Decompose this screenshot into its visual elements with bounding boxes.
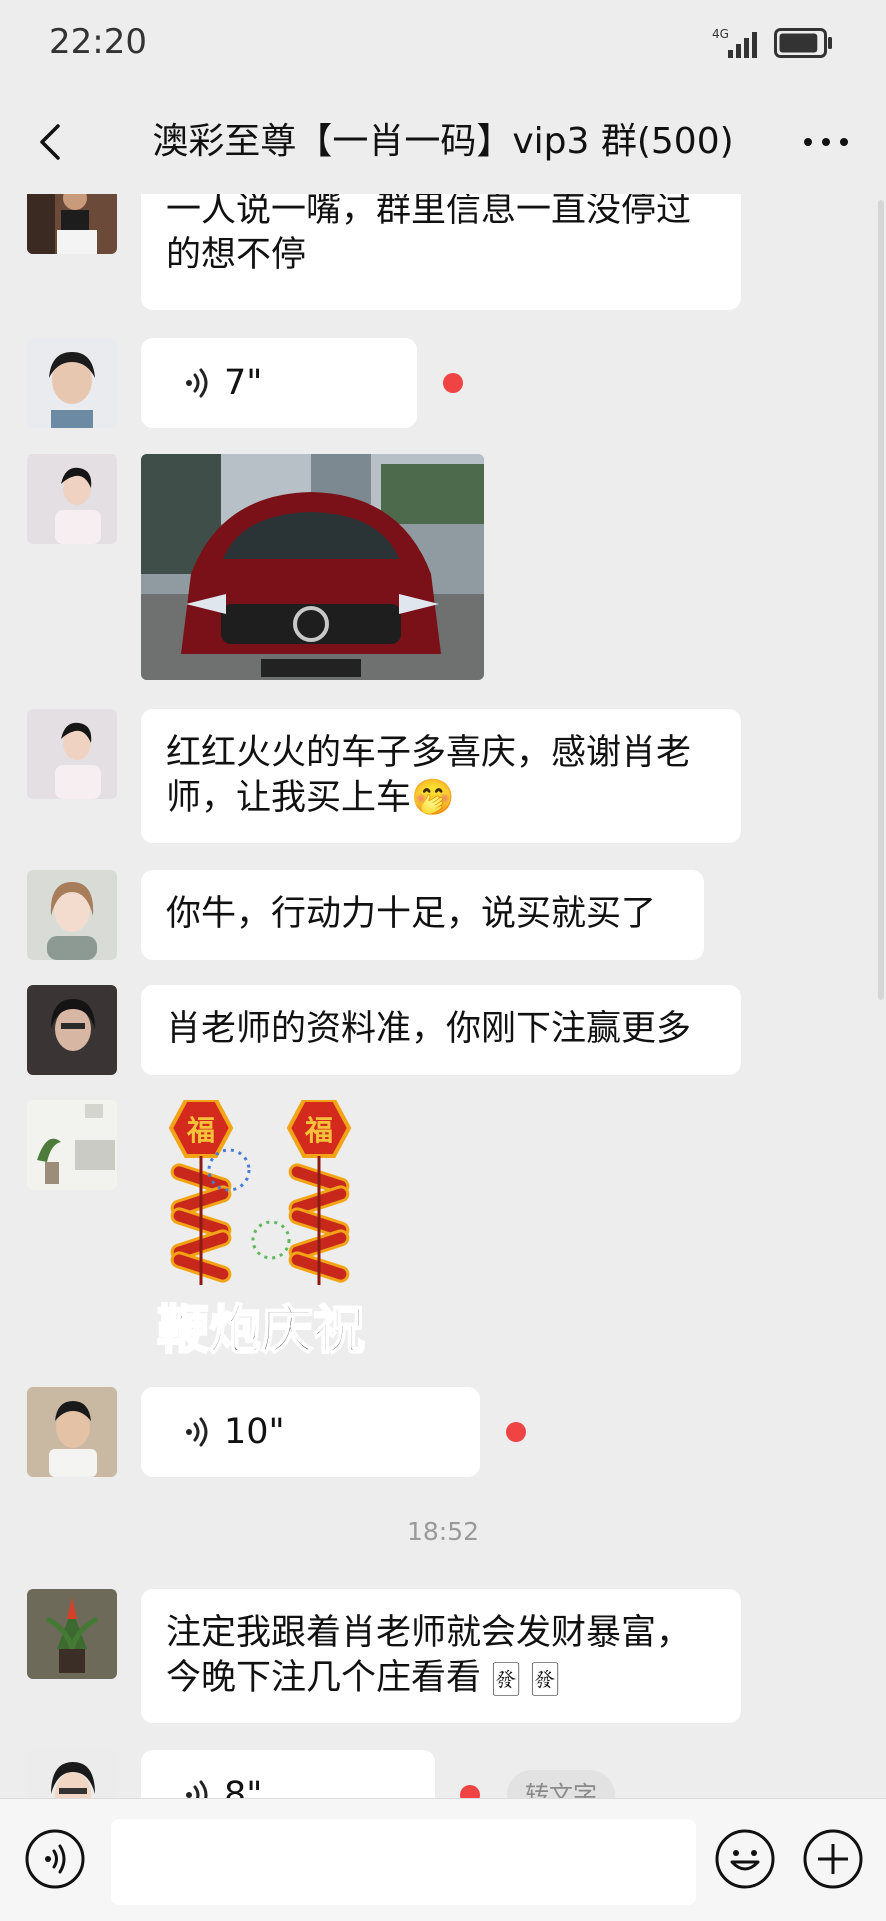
avatar[interactable] [27,1387,117,1477]
message-bubble[interactable]: 一人说一嘴，群里信息一直没停过 的想不停 [141,194,741,310]
avatar[interactable] [27,709,117,799]
voice-toggle-icon[interactable] [24,1828,86,1890]
voice-message[interactable]: 10" [141,1387,480,1477]
unread-dot [460,1785,480,1798]
message-text: 一人说一嘴，群里信息一直没停过 [166,194,692,230]
nav-bar: 澳彩至尊【一肖一码】vip3 群(500) [0,90,886,194]
avatar[interactable] [27,1750,117,1798]
avatar[interactable] [27,985,117,1075]
scrollbar[interactable] [878,200,884,1000]
status-bar: 22:20 4G [0,0,886,90]
unread-dot [443,373,463,393]
message-text: 注定我跟着肖老师就会发财暴富， [166,1613,692,1653]
message-bubble[interactable]: 肖老师的资料准，你刚下注赢更多 [141,985,741,1075]
message-bubble[interactable]: 注定我跟着肖老师就会发财暴富， 今晚下注几个庄看看 🀅 🀅 [141,1589,741,1723]
plus-circle-icon[interactable] [802,1828,864,1890]
signal-icon: 4G [712,27,757,58]
message-bubble[interactable]: 红红火火的车子多喜庆，感谢肖老 师，让我买上车🤭 [141,709,741,843]
message-text: 你牛，行动力十足，说买就买了 [166,894,657,934]
message-list[interactable]: 一人说一嘴，群里信息一直没停过 的想不停 7" 红红火火的车子多喜庆，感谢肖老 … [0,194,886,1798]
message-text: 红红火火的车子多喜庆，感谢肖老 [166,733,692,773]
voice-wave-icon [186,1417,208,1447]
battery-icon [774,28,832,58]
firecracker-sticker[interactable]: 福 福 鞭炮庆祝 [141,1098,411,1362]
input-bar [0,1798,886,1921]
voice-message[interactable]: 7" [141,338,417,428]
chevron-left-icon[interactable] [22,112,82,172]
fu-character: 福 [186,1114,215,1147]
avatar[interactable] [27,1100,117,1190]
voice-message[interactable]: 8" [141,1750,435,1798]
more-dots-icon[interactable] [796,112,856,172]
sticker-caption: 鞭炮庆祝 [157,1301,365,1360]
message-text: 肖老师的资料准，你刚下注赢更多 [166,1009,692,1049]
chat-title: 澳彩至尊【一肖一码】vip3 群(500) [152,121,734,162]
status-time: 22:20 [49,22,147,62]
message-input[interactable] [111,1819,696,1905]
unread-dot [506,1422,526,1442]
emoji-icon[interactable] [714,1828,776,1890]
voice-duration: 10" [224,1411,285,1452]
convert-to-text-button[interactable]: 转文字 [507,1770,615,1798]
avatar[interactable] [27,194,117,254]
avatar[interactable] [27,870,117,960]
avatar[interactable] [27,1589,117,1679]
voice-wave-icon [186,1780,208,1798]
car-photo[interactable] [141,454,484,680]
voice-duration: 8" [224,1774,263,1799]
time-separator: 18:52 [406,1517,480,1546]
message-bubble[interactable]: 你牛，行动力十足，说买就买了 [141,870,704,960]
network-label: 4G [712,27,729,41]
message-text: 的想不停 [166,235,307,275]
avatar[interactable] [27,454,117,544]
voice-duration: 7" [224,362,263,403]
message-text: 师，让我买上车🤭 [166,778,455,818]
message-text: 今晚下注几个庄看看 🀅 🀅 [166,1658,559,1698]
voice-wave-icon [186,368,208,398]
fu-character: 福 [304,1114,333,1147]
avatar[interactable] [27,338,117,428]
